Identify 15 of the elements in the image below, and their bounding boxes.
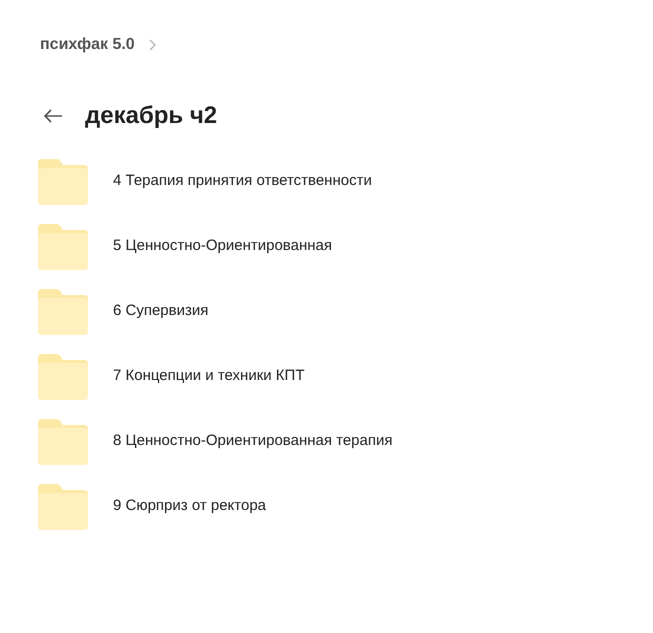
folder-icon [38,418,88,464]
folder-name[interactable]: 5 Ценностно-Ориентированная [113,235,332,258]
folder-title: декабрь ч2 [85,101,218,131]
folder-name[interactable]: 6 Супервизия [113,300,208,323]
folder-icon [38,484,88,530]
breadcrumb-link[interactable]: психфак 5.0 [40,33,135,57]
chevron-right-icon [148,39,156,51]
folder-name[interactable]: 7 Концепции и техники КПТ [113,365,304,388]
folder-icon [38,158,88,204]
folder-name[interactable]: 4 Терапия принятия ответственности [113,170,372,193]
folder-icon [38,224,88,270]
folder-name[interactable]: 9 Сюрприз от ректора [113,495,266,518]
folder-name[interactable]: 8 Ценностно-Ориентированная терапия [113,430,392,453]
folder-icon [38,354,88,400]
folder-icon [38,288,88,334]
